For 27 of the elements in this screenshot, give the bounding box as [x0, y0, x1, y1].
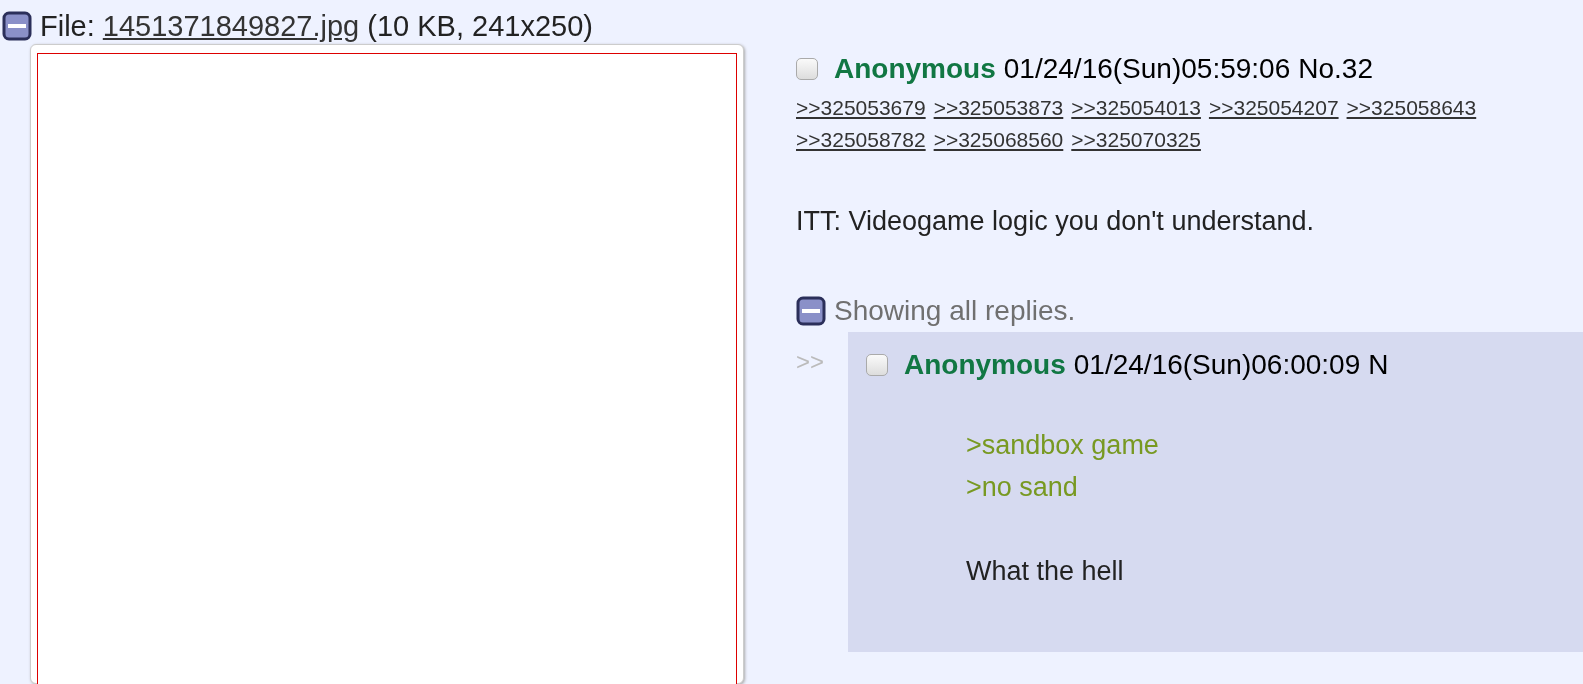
post-number[interactable]: N: [1368, 343, 1389, 386]
file-label: File:: [40, 9, 95, 44]
replies-toggle-label[interactable]: Showing all replies.: [834, 289, 1076, 332]
reply-link[interactable]: >>325070325: [1071, 123, 1201, 155]
reply-arrow: >>: [796, 346, 826, 377]
reply-link[interactable]: >>325054013: [1071, 92, 1201, 124]
checkbox[interactable]: [796, 58, 818, 80]
reply-link[interactable]: >>325068560: [933, 123, 1064, 155]
reply-link[interactable]: >>325054207: [1208, 92, 1339, 124]
reply-link[interactable]: >>325058643: [1346, 92, 1477, 124]
poster-name: Anonymous: [834, 52, 996, 86]
minus-icon[interactable]: [796, 295, 826, 326]
message-text: What the hell: [966, 554, 1125, 588]
reply-link[interactable]: >>325053873: [933, 92, 1064, 124]
greentext-line: >no sand: [966, 470, 1079, 504]
greentext-line: >sandbox game: [966, 428, 1160, 462]
minus-icon[interactable]: [2, 11, 32, 41]
reply-link[interactable]: >>325053679: [796, 92, 926, 124]
file-meta: (10 KB, 241x250): [367, 9, 593, 44]
checkbox[interactable]: [866, 353, 888, 376]
post-message: ITT: Videogame logic you don't understand.: [796, 205, 1315, 238]
poster-name: Anonymous: [904, 347, 1066, 382]
file-link[interactable]: 1451371849827.jpg: [102, 8, 360, 44]
post-number[interactable]: No.32: [1298, 48, 1373, 90]
post-datetime: 01/24/16(Sun)06:00:09: [1073, 347, 1361, 382]
post-datetime: 01/24/16(Sun)05:59:06: [1003, 52, 1291, 86]
reply-link[interactable]: >>325058782: [796, 123, 926, 155]
